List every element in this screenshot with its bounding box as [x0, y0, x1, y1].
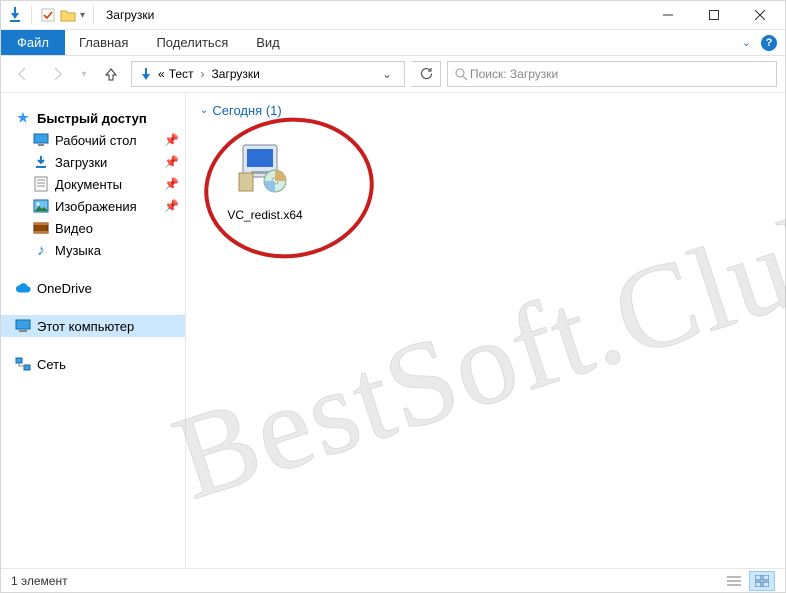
- content-area: ⌄ Сегодня (1): [186, 93, 785, 568]
- pin-icon: 📌: [164, 177, 179, 191]
- close-button[interactable]: [737, 1, 783, 30]
- address-bar[interactable]: « Тест › Загрузки ⌄: [131, 61, 405, 87]
- nav-label: Сеть: [37, 357, 66, 372]
- tab-share[interactable]: Поделиться: [142, 30, 242, 55]
- chevron-down-icon: ⌄: [200, 105, 208, 116]
- breadcrumb-prefix: «: [158, 67, 165, 81]
- qat-separator-2: [93, 6, 94, 24]
- nav-music[interactable]: ♪ Музыка: [15, 239, 185, 261]
- view-details-button[interactable]: [721, 571, 747, 591]
- search-box[interactable]: [447, 61, 777, 87]
- pin-icon: 📌: [164, 133, 179, 147]
- nav-desktop[interactable]: Рабочий стол 📌: [15, 129, 185, 151]
- nav-label: OneDrive: [37, 281, 92, 296]
- minimize-button[interactable]: [645, 1, 691, 30]
- titlebar: ▾ Загрузки: [1, 1, 785, 30]
- nav-label: Этот компьютер: [37, 319, 134, 334]
- videos-icon: [33, 220, 49, 236]
- qat-checkbox-icon[interactable]: [40, 7, 56, 23]
- navigation-pane: ★ Быстрый доступ Рабочий стол 📌 Загрузки…: [1, 93, 186, 568]
- pin-icon: 📌: [164, 155, 179, 169]
- desktop-icon: [33, 132, 49, 148]
- music-icon: ♪: [33, 242, 49, 258]
- pin-icon: 📌: [164, 199, 179, 213]
- recent-dropdown-icon[interactable]: ▾: [77, 61, 91, 87]
- nav-label: Видео: [55, 221, 93, 236]
- breadcrumb-sep-icon: ›: [201, 67, 205, 81]
- nav-documents[interactable]: Документы 📌: [15, 173, 185, 195]
- file-label: VC_redist.x64: [210, 208, 320, 222]
- status-item-count: 1 элемент: [11, 574, 68, 588]
- nav-videos[interactable]: Видео: [15, 217, 185, 239]
- nav-label: Быстрый доступ: [37, 111, 147, 126]
- up-button[interactable]: [97, 61, 125, 87]
- help-icon[interactable]: ?: [761, 35, 777, 51]
- search-icon: [454, 67, 468, 81]
- window-title: Загрузки: [106, 8, 154, 22]
- nav-downloads[interactable]: Загрузки 📌: [15, 151, 185, 173]
- nav-label: Документы: [55, 177, 122, 192]
- qat-separator: [31, 6, 32, 24]
- nav-network[interactable]: Сеть: [15, 353, 185, 375]
- network-icon: [15, 356, 31, 372]
- group-header[interactable]: ⌄ Сегодня (1): [200, 103, 771, 118]
- refresh-button[interactable]: [411, 61, 441, 87]
- breadcrumb-2[interactable]: Загрузки: [212, 67, 260, 81]
- tab-file[interactable]: Файл: [1, 30, 65, 55]
- onedrive-icon: [15, 280, 31, 296]
- downloads-icon: [33, 154, 49, 170]
- tab-home[interactable]: Главная: [65, 30, 142, 55]
- address-folder-icon: [138, 66, 154, 82]
- qat-folder-icon[interactable]: [60, 7, 76, 23]
- forward-button[interactable]: [43, 61, 71, 87]
- nav-this-pc[interactable]: Этот компьютер: [1, 315, 185, 337]
- status-bar: 1 элемент: [1, 568, 785, 592]
- nav-pictures[interactable]: Изображения 📌: [15, 195, 185, 217]
- this-pc-icon: [15, 318, 31, 334]
- file-item[interactable]: VC_redist.x64: [210, 132, 320, 222]
- tab-view[interactable]: Вид: [242, 30, 294, 55]
- pictures-icon: [33, 198, 49, 214]
- nav-onedrive[interactable]: OneDrive: [15, 277, 185, 299]
- nav-label: Изображения: [55, 199, 137, 214]
- address-history-dropdown-icon[interactable]: ⌄: [376, 67, 398, 81]
- installer-icon: [222, 132, 308, 202]
- nav-label: Музыка: [55, 243, 101, 258]
- breadcrumb-1[interactable]: Тест: [169, 67, 194, 81]
- view-thumbnails-button[interactable]: [749, 571, 775, 591]
- nav-label: Загрузки: [55, 155, 107, 170]
- app-icon: [7, 7, 23, 23]
- documents-icon: [33, 176, 49, 192]
- nav-quick-access[interactable]: ★ Быстрый доступ: [15, 107, 185, 129]
- ribbon-tabs: Файл Главная Поделиться Вид ⌄ ?: [1, 30, 785, 56]
- star-icon: ★: [15, 110, 31, 126]
- search-input[interactable]: [468, 66, 770, 82]
- maximize-button[interactable]: [691, 1, 737, 30]
- ribbon-expand-icon[interactable]: ⌄: [742, 36, 751, 49]
- nav-label: Рабочий стол: [55, 133, 137, 148]
- group-header-label: Сегодня (1): [212, 103, 281, 118]
- navigation-row: ▾ « Тест › Загрузки ⌄: [1, 56, 785, 92]
- back-button[interactable]: [9, 61, 37, 87]
- qat-dropdown-icon[interactable]: ▾: [80, 10, 85, 21]
